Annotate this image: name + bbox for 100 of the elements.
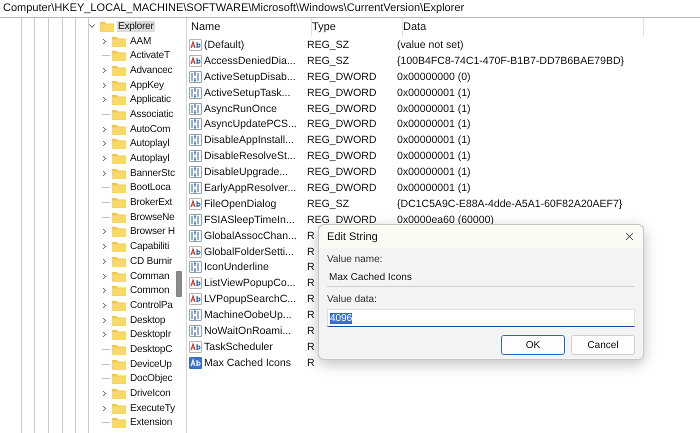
tree-item[interactable]: DeviceUp [129,358,173,370]
value-type: REG_DWORD [307,182,376,194]
value-name-field[interactable]: Max Cached Icons [327,269,635,287]
scrollbar-thumb[interactable] [176,271,182,297]
value-type: REG_SZ [307,54,350,67]
value-name[interactable]: ActiveSetupDisab... [204,70,296,83]
tree-item[interactable]: Comman [129,270,170,282]
value-name[interactable]: MachineOobeUp... [204,309,292,322]
value-type: R [307,293,315,306]
ok-button[interactable]: OK [501,335,565,355]
address-bar[interactable]: Computer\HKEY_LOCAL_MACHINE\SOFTWARE\Microsoft\Windows\CurrentVersion\Explorer [0,0,700,18]
value-data: {DC1C5A9C-E88A-4dde-A5A1-60F82A20AEF7} [397,198,622,210]
value-data: 0x00000001 (1) [397,150,471,162]
folder-icon [112,285,126,296]
folder-icon [112,197,126,208]
tree-item[interactable]: BrowseNe [129,212,176,223]
value-name[interactable]: DisableResolveSt... [204,150,296,162]
tree-item[interactable]: Common [129,285,170,296]
tree-item[interactable]: DesktopC [129,344,174,355]
value-type: REG_SZ [307,198,350,210]
value-name[interactable]: DisableAppInstall... [204,134,294,146]
dialog-title: Edit String [327,230,378,242]
value-name[interactable]: AccessDeniedDia... [204,54,296,67]
value-name[interactable]: FSIASleepTimeIn... [204,214,295,226]
cancel-button[interactable]: Cancel [571,335,635,355]
folder-icon [112,241,126,252]
value-data: 0x00000001 (1) [397,166,471,178]
tree-item[interactable]: BrokerExt [129,197,174,208]
value-name[interactable]: GlobalAssocChan... [204,230,297,242]
tree-item[interactable]: Extension [129,417,174,428]
value-name[interactable]: EarlyAppResolver... [204,182,296,194]
tree-item[interactable]: Advancec [129,64,174,76]
folder-icon [112,358,126,370]
folder-icon [112,373,126,384]
tree-item[interactable]: BootLoca [129,182,172,194]
column-header[interactable]: Name [189,18,312,37]
value-type: R [307,356,315,369]
column-header[interactable]: Data [403,18,644,37]
folder-icon [112,417,126,428]
value-name[interactable]: AsyncRunOnce [204,102,277,114]
folder-icon [112,182,126,194]
value-data: 0x00000001 (1) [397,118,471,130]
folder-icon [112,329,126,340]
tree-item[interactable]: DesktopIr [129,329,172,340]
folder-icon [112,64,126,76]
value-name[interactable]: LVPopupSearchC... [204,293,296,306]
folder-icon [112,256,126,267]
value-name[interactable]: ListViewPopupCo... [204,277,296,290]
value-type: R [307,340,315,353]
tree-item[interactable]: BannerStc [129,168,176,179]
value-name[interactable]: Max Cached Icons [204,356,291,369]
value-name[interactable]: NoWaitOnRoami... [204,324,292,337]
value-type: REG_DWORD [307,70,376,83]
value-type: REG_DWORD [307,86,376,99]
value-data: 0x0000ea60 (60000) [397,214,494,226]
value-data: 0x00000000 (0) [397,70,471,83]
value-type: REG_DWORD [307,102,376,114]
folder-icon [112,108,126,120]
tree-item[interactable]: AAM [129,36,152,47]
folder-icon [112,300,126,311]
value-type: R [307,324,315,337]
value-name[interactable]: FileOpenDialog [204,198,276,210]
value-name[interactable]: IconUnderline [204,261,269,274]
value-name[interactable]: TaskScheduler [204,340,273,353]
folder-icon [112,226,126,238]
tree-item[interactable]: Capabiliti [129,241,170,252]
tree-item[interactable]: DriveIcon [129,388,172,400]
value-name[interactable]: GlobalFolderSetti... [204,246,294,258]
folder-icon [112,94,126,106]
folder-icon [112,388,126,400]
value-data: 0x00000001 (1) [397,182,471,194]
tree-item[interactable]: AutoCom [129,124,172,135]
value-data-field[interactable]: 4096 [327,309,635,327]
tree-item[interactable]: Autoplayl [129,153,170,164]
value-type: REG_DWORD [307,214,376,226]
value-type: REG_DWORD [307,134,376,146]
tree-item[interactable]: DocObjec [129,373,174,384]
tree-item[interactable]: Applicatic [129,94,172,106]
folder-icon [112,168,126,179]
tree-item[interactable]: Explorer [117,20,155,32]
value-data: 0x00000001 (1) [397,102,471,114]
tree-item[interactable]: AppKey [129,80,165,91]
value-name[interactable]: (Default) [204,38,244,51]
value-name[interactable]: DisableUpgrade... [204,166,288,178]
value-type: R [307,246,315,258]
folder-icon [112,314,126,326]
value-name[interactable]: AsyncUpdatePCS... [204,118,297,130]
tree-item[interactable]: Autoplayl [129,138,170,150]
column-header[interactable]: Type [312,18,403,37]
tree-item[interactable]: Desktop [129,314,166,326]
tree-item[interactable]: ActivateT [129,50,171,62]
folder-icon [112,80,126,91]
value-type: REG_SZ [307,38,350,51]
value-name[interactable]: ActiveSetupTask... [204,86,290,99]
tree-item[interactable]: ControlPa [129,300,174,311]
tree-item[interactable]: Associatic [129,108,174,120]
value-data: (value not set) [397,38,464,51]
tree-item[interactable]: Browser H [129,226,176,238]
tree-item[interactable]: CD Burnir [129,256,174,267]
tree-item[interactable]: ExecuteTy [129,402,176,414]
